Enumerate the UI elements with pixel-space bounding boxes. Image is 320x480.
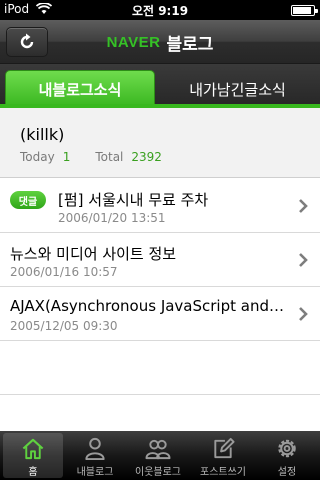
post-title: AJAX(Asynchronous JavaScript and XML) [10,297,285,315]
tabbar-label: 홈 [28,467,38,478]
visit-stats: Today 1 Total 2392 [20,150,187,164]
blog-profile: (killk) Today 1 Total 2392 [0,108,320,178]
tab-my-blog-news[interactable]: 내블로그소식 [5,70,155,108]
blog-tabs: 내블로그소식 내가남긴글소식 [0,64,320,108]
tabbar-label: 설정 [277,467,297,478]
tabbar-item-write-post[interactable]: 포스트쓰기 [193,433,253,478]
tabbar-label: 이웃블로그 [135,467,181,478]
nav-title: NAVER 블로그 [0,20,320,64]
nav-title-text: 블로그 [166,34,214,55]
post-date: 2006/01/20 13:51 [58,211,166,225]
person-icon [85,437,105,461]
post-list: 댓글 [펌] 서울시내 무료 주차 2006/01/20 13:51 뉴스와 미… [0,179,320,395]
tab-bar: 홈 내블로그 이웃블로그 포스트쓰기 설정 [0,431,320,480]
total-count: 2392 [131,150,162,164]
tab-my-comments-news[interactable]: 내가남긴글소식 [160,70,315,108]
status-bar: iPod 오전 9:19 [0,0,320,20]
post-date: 2005/12/05 09:30 [10,319,118,333]
list-item[interactable]: 뉴스와 미디어 사이트 정보 2006/01/16 10:57 [0,233,320,287]
chevron-right-icon [299,307,308,321]
comment-badge: 댓글 [10,191,46,209]
today-label: Today [20,150,55,164]
tabbar-label: 내블로그 [76,467,114,478]
list-item[interactable]: 댓글 [펌] 서울시내 무료 주차 2006/01/20 13:51 [0,179,320,233]
chevron-right-icon [299,199,308,213]
home-icon [22,438,44,460]
tabbar-item-settings[interactable]: 설정 [257,433,317,478]
blog-owner-name: (killk) [20,125,65,144]
people-icon [145,439,171,460]
clock: 오전 9:19 [131,4,189,18]
navigation-bar: NAVER 블로그 [0,20,320,64]
gear-icon [278,439,296,458]
post-date: 2006/01/16 10:57 [10,265,118,279]
chevron-right-icon [299,253,308,267]
battery-icon [291,5,318,16]
post-title: [펌] 서울시내 무료 주차 [58,191,209,209]
tabbar-item-home[interactable]: 홈 [3,433,63,478]
tabbar-label: 포스트쓰기 [200,467,246,478]
naver-logo: NAVER [106,33,161,51]
tabbar-item-my-blog[interactable]: 내블로그 [65,433,125,478]
total-label: Total [95,150,124,164]
empty-row [0,341,320,395]
today-count: 1 [62,150,71,164]
post-title: 뉴스와 미디어 사이트 정보 [10,245,177,263]
compose-icon [214,437,235,459]
tabbar-item-neighbor-blogs[interactable]: 이웃블로그 [128,433,188,478]
list-item[interactable]: AJAX(Asynchronous JavaScript and XML) 20… [0,287,320,341]
